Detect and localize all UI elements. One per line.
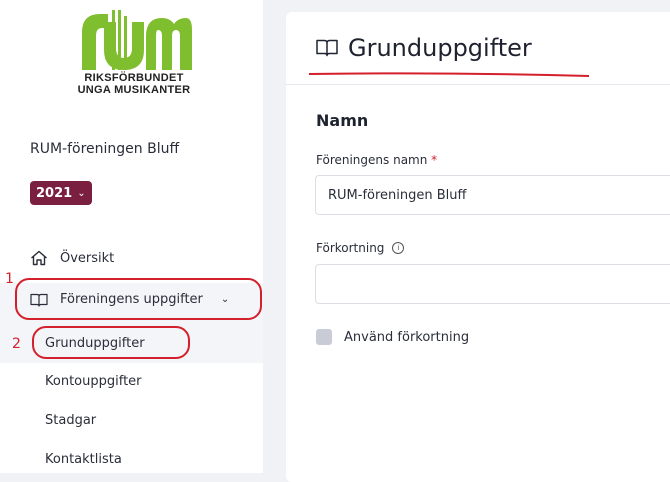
page-title-text: Grunduppgifter	[348, 34, 532, 62]
association-name-field[interactable]: RUM-föreningen Bluff	[315, 175, 670, 215]
book-icon	[316, 39, 338, 57]
rum-logo-icon	[82, 10, 192, 70]
main-panel: Grunduppgifter Namn Föreningens namn * R…	[286, 12, 670, 482]
org-name: RUM-föreningen Bluff	[30, 141, 180, 157]
use-abbreviation-row[interactable]: Använd förkortning	[316, 329, 469, 345]
name-label: Föreningens namn *	[316, 153, 437, 167]
brand-line1: RIKSFÖRBUNDET	[84, 72, 184, 84]
abbreviation-field[interactable]	[315, 264, 670, 304]
nav-item-overview[interactable]: Översikt	[30, 250, 114, 266]
year-selector[interactable]: 2021 ⌄	[30, 181, 92, 205]
info-icon[interactable]: i	[392, 242, 405, 254]
use-abbreviation-checkbox[interactable]	[316, 329, 332, 345]
annotation-oval-1	[15, 278, 262, 320]
annotation-number-2: 2	[12, 336, 21, 352]
name-label-text: Föreningens namn	[316, 153, 428, 167]
brand-logo[interactable]: RIKSFÖRBUNDET UNGA MUSIKANTER	[64, 8, 204, 108]
use-abbreviation-label: Använd förkortning	[344, 329, 470, 345]
annotation-underline	[308, 72, 590, 77]
abbreviation-label: Förkortning i	[316, 241, 405, 255]
abbreviation-label-text: Förkortning	[316, 241, 385, 255]
required-mark: *	[431, 153, 438, 167]
brand-line2: UNGA MUSIKANTER	[77, 84, 191, 96]
chevron-down-icon: ⌄	[77, 187, 86, 199]
annotation-oval-2	[32, 326, 190, 359]
page-title: Grunduppgifter	[316, 34, 532, 62]
sidebar-item-kontaktlista[interactable]: Kontaktlista	[45, 452, 122, 467]
year-value: 2021	[36, 185, 73, 201]
nav-overview-label: Översikt	[60, 250, 115, 266]
sidebar-item-kontouppgifter[interactable]: Kontouppgifter	[45, 374, 142, 389]
sidebar: RIKSFÖRBUNDET UNGA MUSIKANTER RUM-föreni…	[0, 0, 263, 473]
section-title: Namn	[316, 111, 369, 130]
panel-header: Grunduppgifter	[286, 12, 670, 85]
sidebar-item-stadgar[interactable]: Stadgar	[45, 413, 96, 428]
annotation-number-1: 1	[5, 271, 14, 287]
home-icon	[31, 250, 47, 266]
association-name-value: RUM-föreningen Bluff	[328, 187, 467, 203]
